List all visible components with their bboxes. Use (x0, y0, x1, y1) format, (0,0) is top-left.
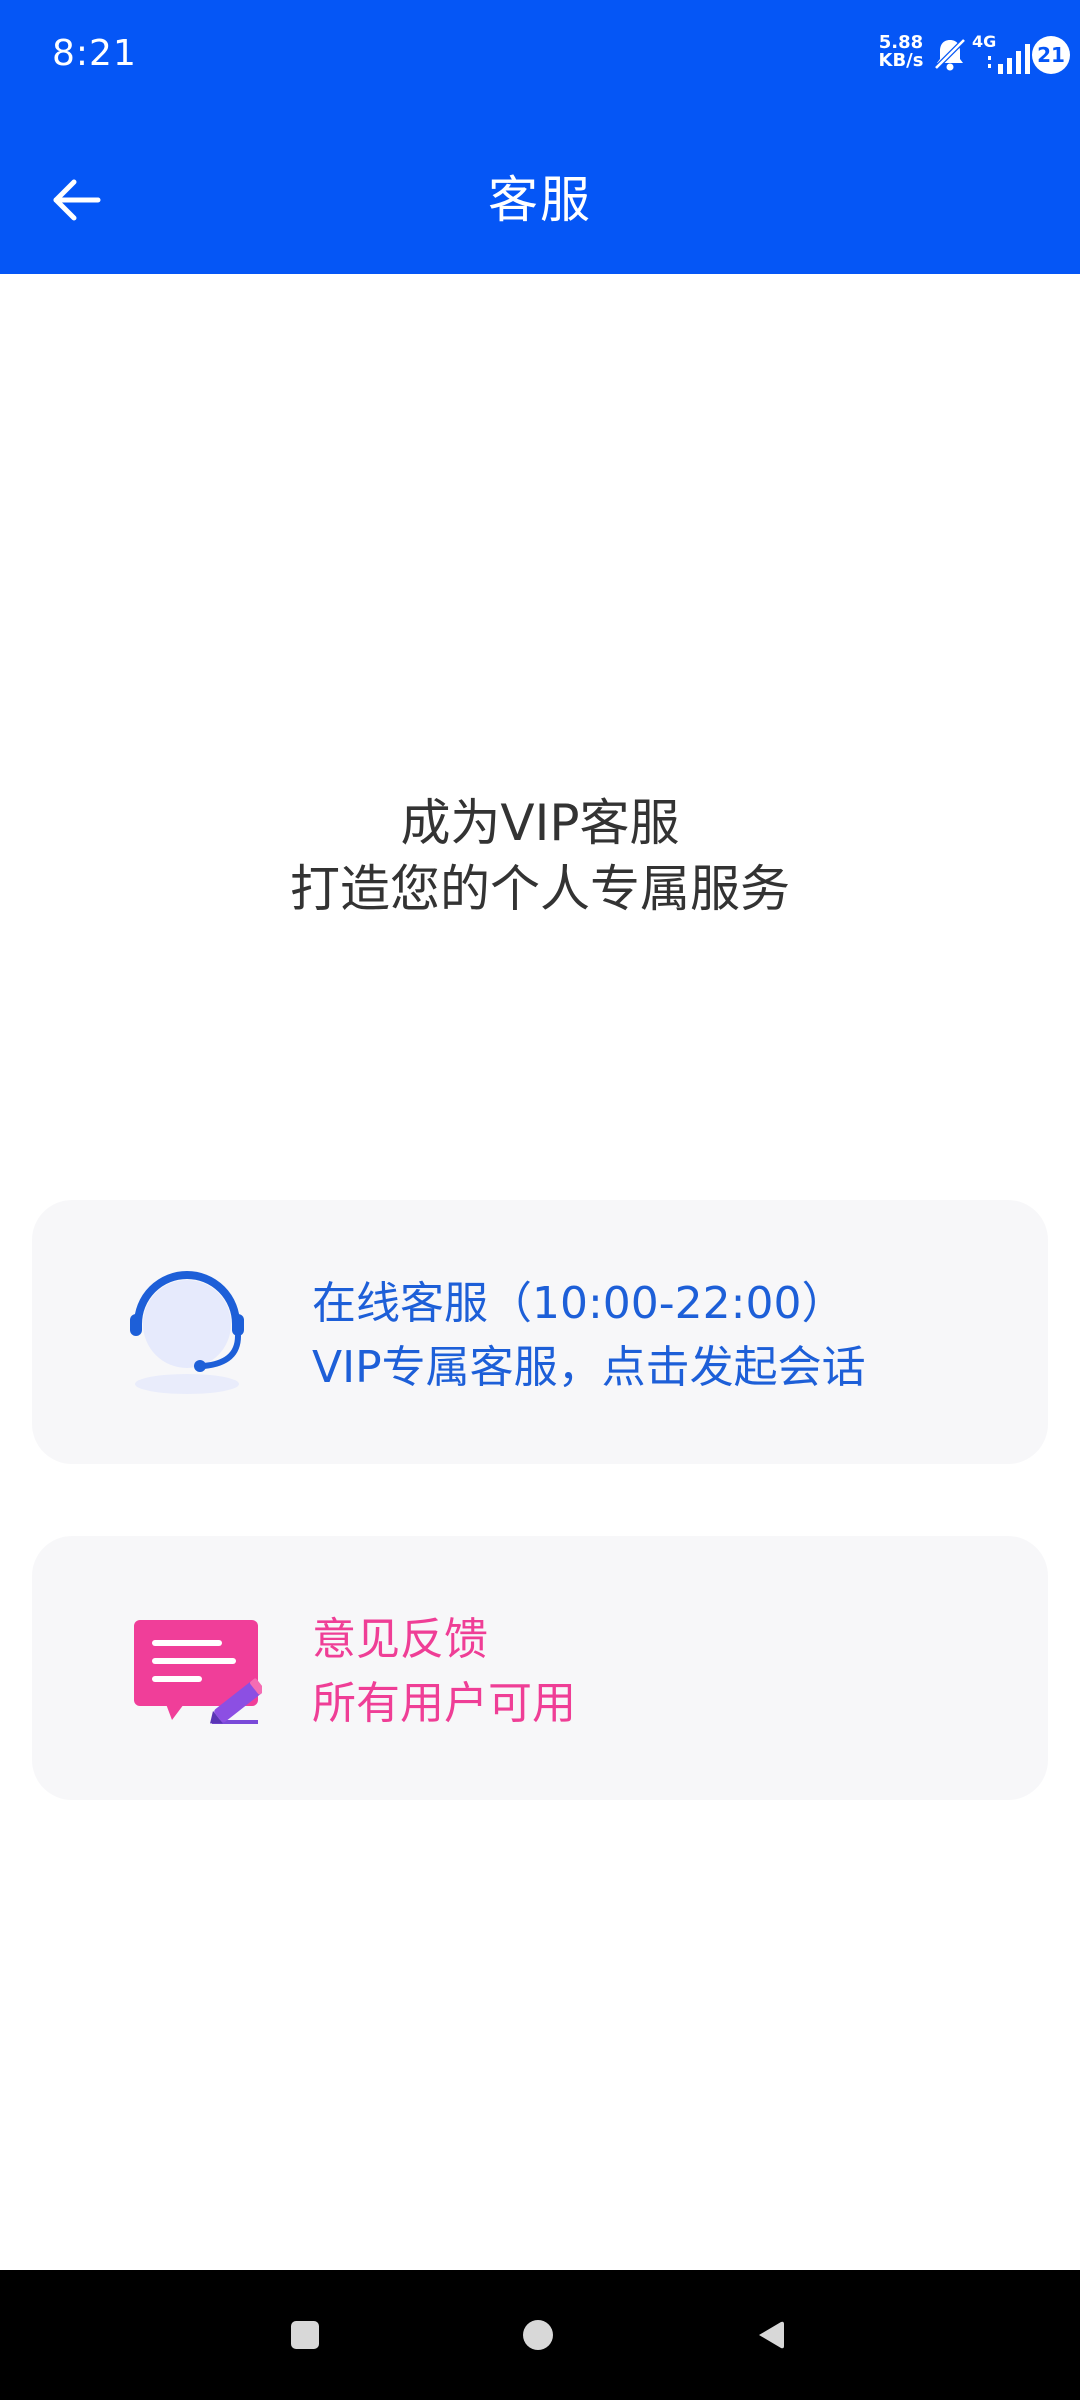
recents-button[interactable] (278, 2308, 332, 2362)
feedback-card[interactable]: 意见反馈 所有用户可用 (32, 1536, 1048, 1800)
feedback-message-icon (112, 1596, 262, 1746)
online-service-card[interactable]: 在线客服（10:00-22:00） VIP专属客服，点击发起会话 (32, 1200, 1048, 1464)
online-service-text: 在线客服（10:00-22:00） VIP专属客服，点击发起会话 (312, 1272, 866, 1400)
network-speed-unit: KB/s (878, 50, 924, 71)
header: 8:21 5.88 KB/s 4G 21 客服 (0, 0, 1080, 274)
home-button[interactable] (511, 2308, 565, 2362)
vip-promo: 成为VIP客服 打造您的个人专属服务 (0, 790, 1080, 922)
battery-level-badge: 21 (1032, 36, 1070, 74)
promo-line-1: 成为VIP客服 (400, 794, 680, 852)
network-speed: 5.88 KB/s (876, 34, 926, 70)
feedback-text: 意见反馈 所有用户可用 (312, 1608, 576, 1736)
status-icons: 5.88 KB/s 4G 21 (780, 30, 1080, 82)
system-navigation-bar (0, 2270, 1080, 2400)
bell-off-icon (930, 34, 970, 74)
online-service-subtitle: VIP专属客服，点击发起会话 (312, 1342, 866, 1393)
promo-line-2: 打造您的个人专属服务 (290, 860, 790, 918)
feedback-title: 意见反馈 (312, 1614, 488, 1665)
signal-icon (986, 42, 1030, 76)
status-time: 8:21 (52, 33, 137, 74)
recents-icon (291, 2321, 319, 2349)
feedback-subtitle: 所有用户可用 (312, 1678, 576, 1729)
cellular-status: 4G (972, 34, 1032, 78)
home-icon (523, 2320, 553, 2350)
back-triangle-icon (759, 2321, 784, 2349)
system-back-button[interactable] (744, 2308, 798, 2362)
customer-service-screen: 8:21 5.88 KB/s 4G 21 客服 成为VIP客服 打造您的个人专属… (0, 0, 1080, 2400)
online-service-title: 在线客服（10:00-22:00） (312, 1278, 846, 1329)
headset-agent-icon (112, 1260, 262, 1410)
page-title: 客服 (488, 171, 592, 229)
